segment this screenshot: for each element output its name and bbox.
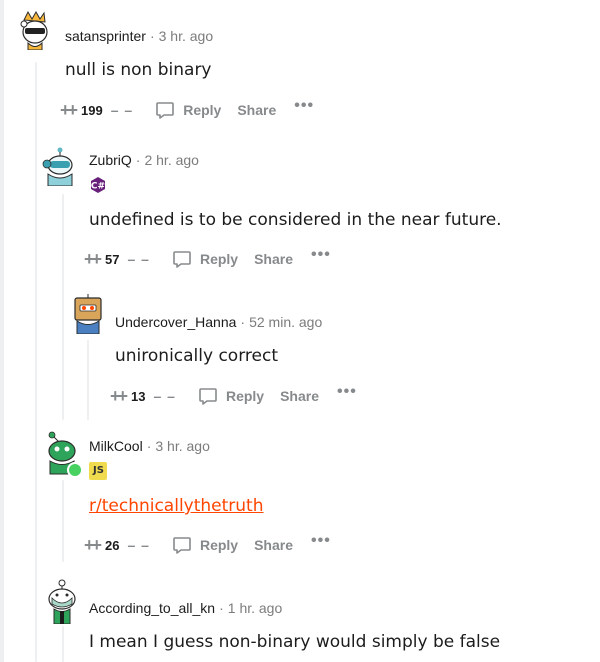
flair-label: C# bbox=[91, 182, 105, 192]
comment-meta: ZubriQ · 2 hr. ago bbox=[89, 151, 199, 169]
avatar[interactable] bbox=[42, 146, 78, 186]
comment-actions: ++ 26 – – Reply Share ••• bbox=[84, 533, 331, 557]
timestamp[interactable]: 1 hr. ago bbox=[228, 600, 283, 616]
score: 57 bbox=[105, 251, 120, 267]
separator-dot: · bbox=[135, 152, 141, 168]
reply-label: Reply bbox=[183, 102, 222, 118]
thread-line-5[interactable] bbox=[62, 626, 64, 662]
reply-bubble-icon bbox=[173, 537, 191, 554]
thread-line-1[interactable] bbox=[35, 62, 37, 662]
left-border bbox=[0, 0, 4, 662]
comment-body: I mean I guess non-binary would simply b… bbox=[89, 632, 501, 652]
timestamp[interactable]: 3 hr. ago bbox=[155, 438, 210, 454]
upvote-icon[interactable]: ++ bbox=[60, 101, 78, 119]
comment-actions: ++ 13 – – Reply Share ••• bbox=[110, 384, 357, 408]
upvote-icon[interactable]: ++ bbox=[84, 250, 102, 268]
reply-label: Reply bbox=[199, 251, 239, 267]
comment-meta: satansprinter · 3 hr. ago bbox=[65, 27, 213, 45]
separator-dot: · bbox=[240, 314, 246, 330]
separator-dot: · bbox=[146, 438, 152, 454]
author-name[interactable]: According_to_all_kn bbox=[89, 600, 215, 616]
online-status-dot bbox=[67, 462, 83, 478]
downvote-icon[interactable]: – – bbox=[154, 389, 176, 403]
comment-actions: ++ 199 – – Reply Share ••• bbox=[60, 98, 314, 122]
score: 199 bbox=[81, 102, 103, 118]
reply-bubble-icon bbox=[199, 388, 217, 405]
vote-control: ++ 26 – – bbox=[84, 536, 150, 554]
score: 26 bbox=[105, 537, 120, 553]
reply-button[interactable]: Reply bbox=[198, 386, 264, 406]
vote-control: ++ 13 – – bbox=[110, 387, 176, 405]
reply-bubble-icon bbox=[173, 251, 191, 268]
score: 13 bbox=[131, 388, 146, 404]
downvote-icon[interactable]: – – bbox=[111, 103, 133, 117]
separator-dot: · bbox=[219, 600, 224, 616]
author-name[interactable]: satansprinter bbox=[65, 28, 146, 44]
comment-actions: ++ 57 – – Reply Share ••• bbox=[84, 247, 331, 271]
snoo-avatar-icon bbox=[74, 294, 102, 334]
avatar[interactable] bbox=[14, 10, 54, 50]
comment-body: r/technicallythetruth bbox=[89, 494, 264, 518]
comment-meta: MilkCool · 3 hr. ago bbox=[89, 437, 210, 455]
flair-label: JS bbox=[93, 465, 104, 476]
comment-body: undefined is to be considered in the nea… bbox=[89, 210, 502, 230]
timestamp[interactable]: 3 hr. ago bbox=[159, 28, 214, 44]
comment-body: unironically correct bbox=[115, 346, 278, 366]
thread-line-4[interactable] bbox=[62, 480, 64, 562]
upvote-icon[interactable]: ++ bbox=[110, 387, 128, 405]
more-icon[interactable]: ••• bbox=[294, 98, 314, 114]
avatar[interactable] bbox=[44, 578, 80, 624]
snoo-avatar-icon bbox=[42, 147, 73, 186]
downvote-icon[interactable]: – – bbox=[128, 538, 150, 552]
csharp-icon: C# bbox=[91, 177, 105, 193]
share-button[interactable]: Share bbox=[254, 251, 293, 267]
snoo-avatar-icon bbox=[20, 10, 48, 50]
downvote-icon[interactable]: – – bbox=[128, 252, 150, 266]
comment-meta: According_to_all_kn · 1 hr. ago bbox=[89, 599, 282, 617]
reply-label: Reply bbox=[199, 537, 239, 553]
share-button[interactable]: Share bbox=[237, 102, 276, 118]
flair-badge-csharp: C# bbox=[89, 176, 107, 194]
more-icon[interactable]: ••• bbox=[337, 384, 357, 400]
upvote-icon[interactable]: ++ bbox=[84, 536, 102, 554]
share-button[interactable]: Share bbox=[254, 537, 293, 553]
reply-button[interactable]: Reply bbox=[172, 535, 238, 555]
separator-dot: · bbox=[149, 28, 155, 44]
author-name[interactable]: MilkCool bbox=[89, 438, 143, 454]
reply-button[interactable]: Reply bbox=[155, 100, 221, 120]
timestamp[interactable]: 52 min. ago bbox=[249, 314, 322, 330]
avatar[interactable] bbox=[70, 294, 106, 334]
vote-control: ++ 199 – – bbox=[60, 101, 133, 119]
subreddit-link[interactable]: r/technicallythetruth bbox=[89, 496, 264, 516]
share-button[interactable]: Share bbox=[280, 388, 319, 404]
comment-meta: Undercover_Hanna · 52 min. ago bbox=[115, 313, 322, 331]
author-name[interactable]: ZubriQ bbox=[89, 152, 132, 168]
more-icon[interactable]: ••• bbox=[311, 247, 331, 263]
thread-line-3[interactable] bbox=[87, 340, 89, 420]
reply-button[interactable]: Reply bbox=[172, 249, 238, 269]
flair-badge-js: JS bbox=[89, 462, 107, 480]
more-icon[interactable]: ••• bbox=[311, 533, 331, 549]
reply-label: Reply bbox=[225, 388, 265, 404]
reply-bubble-icon bbox=[156, 102, 175, 119]
comment-body: null is non binary bbox=[65, 60, 212, 80]
snoo-avatar-icon bbox=[48, 579, 76, 624]
timestamp[interactable]: 2 hr. ago bbox=[144, 152, 199, 168]
thread-line-2[interactable] bbox=[62, 194, 64, 420]
vote-control: ++ 57 – – bbox=[84, 250, 150, 268]
author-name[interactable]: Undercover_Hanna bbox=[115, 314, 236, 330]
